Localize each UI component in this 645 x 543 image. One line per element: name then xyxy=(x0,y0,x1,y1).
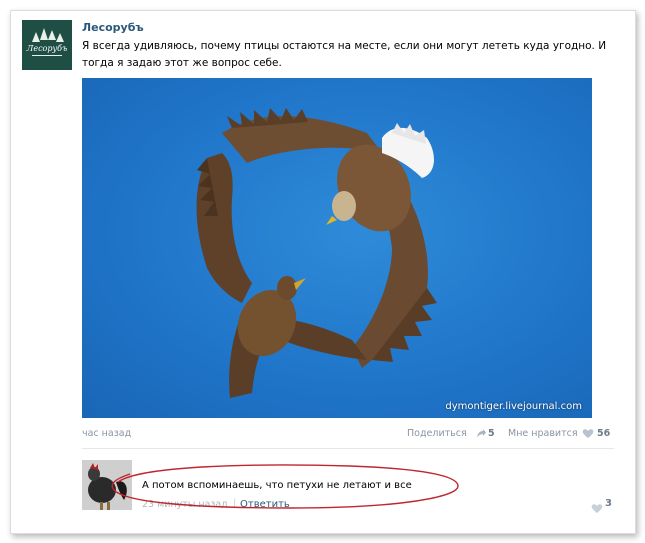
group-avatar[interactable]: Лесорубъ xyxy=(22,20,72,70)
comments-divider xyxy=(82,448,614,449)
post-text: Я всегда удивляюсь, почему птицы остаютс… xyxy=(82,40,607,69)
post-author[interactable]: Лесорубъ xyxy=(82,21,144,34)
photo-watermark: dymontiger.livejournal.com xyxy=(445,401,582,412)
share-count: 5 xyxy=(488,428,495,439)
group-logo-icon: Лесорубъ xyxy=(22,20,72,70)
comment-likes-count: 3 xyxy=(605,498,612,509)
like-button[interactable]: Мне нравится xyxy=(508,428,578,439)
share-button[interactable]: Поделиться xyxy=(407,428,467,439)
share-icon[interactable] xyxy=(476,428,487,442)
comment-heart-icon[interactable] xyxy=(591,499,603,518)
post-photo[interactable]: dymontiger.livejournal.com xyxy=(82,78,592,418)
heart-icon[interactable] xyxy=(582,428,594,442)
eagles-illustration xyxy=(196,108,437,398)
post-time[interactable]: час назад xyxy=(82,428,131,439)
svg-text:Лесорубъ: Лесорубъ xyxy=(26,44,68,53)
annotation-oval xyxy=(111,464,459,509)
post-meta-row: час назад Поделиться 5 Мне нравится 56 xyxy=(82,428,614,442)
likes-count: 56 xyxy=(597,428,611,439)
